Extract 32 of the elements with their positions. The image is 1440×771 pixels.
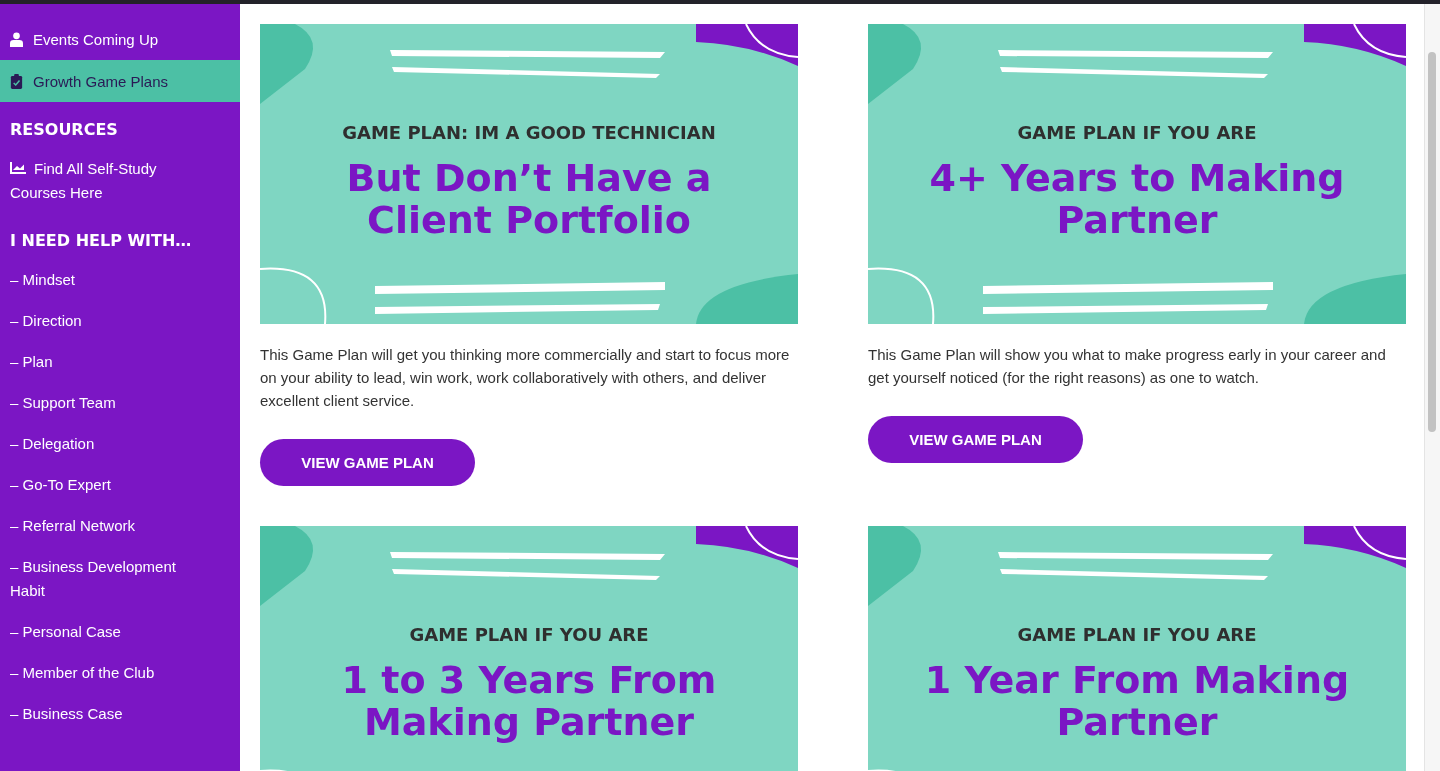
- sidebar-item[interactable]: Growth Game Plans: [0, 60, 240, 102]
- sidebar-link[interactable]: – Go-To Expert: [0, 465, 205, 506]
- card-description: This Game Plan will get you thinking more commercially and start to focus more on your ability to lead, win work, work collaboratively with others, and deliver excellent client service.: [260, 345, 791, 411]
- sidebar-link[interactable]: – Delegation: [0, 424, 205, 465]
- sidebar-item[interactable]: Events Coming Up: [0, 18, 240, 60]
- chart-icon: [10, 162, 26, 174]
- section-heading: RESOURCES: [9, 119, 119, 141]
- person-icon: [10, 31, 23, 47]
- sidebar-link[interactable]: – Plan: [0, 342, 205, 383]
- banner-title: 4+ Years to Making Partner: [928, 157, 1346, 241]
- card-description: This Game Plan will show you what to make progress early in your career and get yourself noticed (for the right reasons) as one to watch.: [868, 345, 1387, 388]
- sidebar-link[interactable]: – Support Team: [0, 383, 205, 424]
- sidebar-link[interactable]: – Member of the Club: [0, 653, 205, 694]
- sidebar-link[interactable]: – Business Case: [0, 694, 205, 735]
- scrollbar-thumb[interactable]: [1428, 52, 1436, 432]
- banner-subtitle: GAME PLAN IF YOU ARE: [1017, 122, 1257, 143]
- section-heading: I NEED HELP WITH…: [9, 230, 193, 252]
- clipboard-check-icon: [10, 73, 23, 89]
- view-game-plan-button[interactable]: VIEW GAME PLAN: [868, 416, 1083, 463]
- sidebar-link[interactable]: – Personal Case: [0, 612, 205, 653]
- banner-title: 1 Year From Making Partner: [923, 659, 1351, 743]
- sidebar-link[interactable]: – Business Development Habit: [0, 547, 205, 612]
- sidebar-link[interactable]: Find All Self-Study Courses Here: [0, 153, 190, 209]
- sidebar-link[interactable]: – Direction: [0, 301, 205, 342]
- banner-subtitle: GAME PLAN IF YOU ARE: [1017, 624, 1257, 645]
- view-game-plan-button[interactable]: VIEW GAME PLAN: [260, 439, 475, 486]
- banner-subtitle: GAME PLAN IF YOU ARE: [409, 624, 649, 645]
- banner-subtitle: GAME PLAN: IM A GOOD TECHNICIAN: [342, 122, 716, 143]
- sidebar-link[interactable]: – Mindset: [0, 260, 205, 301]
- sidebar-link[interactable]: – Referral Network: [0, 506, 205, 547]
- banner-title: 1 to 3 Years From Making Partner: [340, 659, 718, 743]
- banner-title: But Don’t Have a Client Portfolio: [345, 157, 713, 241]
